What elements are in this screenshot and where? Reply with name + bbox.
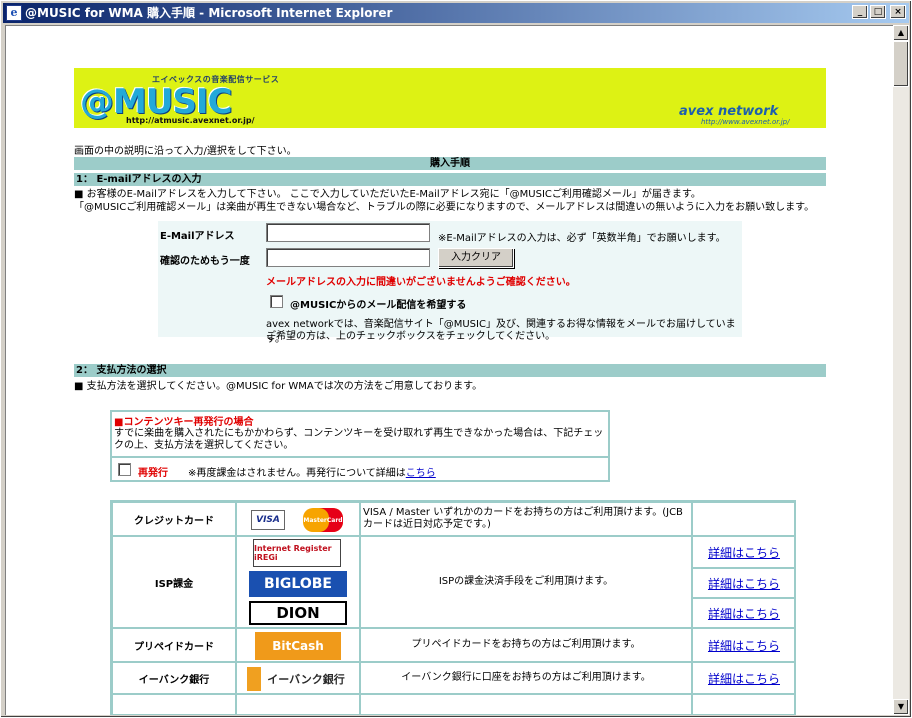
prepaid-label: プリペイドカード <box>112 628 236 662</box>
section1-notes: ■ お客様のE-Mailアドレスを入力して下さい。 ここで入力していただいたE-… <box>74 188 814 214</box>
clear-input-button[interactable]: 入力クリア <box>438 248 514 268</box>
email-warning: メールアドレスの入力に間違いがございませんようご確認ください。 <box>266 277 576 288</box>
email-hint: ※E-Mailアドレスの入力は、必ず「英数半角」でお願いします。 <box>438 233 726 244</box>
dion-detail-link[interactable]: 詳細はこちら <box>708 605 780 622</box>
page-viewport: エイベックスの音楽配信サービス @MUSIC http://atmusic.av… <box>5 25 893 715</box>
isp-desc: ISPの課金決済手段をご利用頂けます。 <box>360 536 692 628</box>
ebank-detail-link[interactable]: 詳細はこちら <box>708 670 780 687</box>
close-button[interactable]: × <box>890 5 906 19</box>
reissue-checkbox[interactable] <box>118 463 131 476</box>
section1-note-1: ■ お客様のE-Mailアドレスを入力して下さい。 ここで入力していただいたE-… <box>74 189 701 200</box>
section1-title: 1： E-mailアドレスの入力 <box>74 173 826 186</box>
prepaid-logo-cell: BitCash <box>236 628 360 662</box>
avex-url: http://www.avexnet.or.jp/ <box>701 118 790 126</box>
email-label: E-Mailアドレス <box>160 231 235 242</box>
minimize-button[interactable]: _ <box>852 5 868 19</box>
avex-network-logo[interactable]: avex network http://www.avexnet.or.jp/ <box>679 104 824 126</box>
reissue-box: ■コンテンツキー再発行の場合 すでに楽曲を購入されたにもかかわらず、コンテンツキ… <box>110 410 610 482</box>
bitcash-logo: BitCash <box>255 632 341 660</box>
ebank-logo: イーバンク銀行 <box>247 667 351 691</box>
biglobe-logo: BIGLOBE <box>249 571 347 597</box>
iregi-detail-link[interactable]: 詳細はこちら <box>708 544 780 561</box>
confirm-email-label: 確認のためもう一度 <box>160 256 250 267</box>
title-bar[interactable]: e @MUSIC for WMA 購入手順 - Microsoft Intern… <box>3 3 909 23</box>
next-row-cell-1 <box>112 694 236 715</box>
reissue-note: ※再度課金はされません。再発行について詳細はこちら <box>188 464 436 479</box>
email-form: E-Mailアドレス ※E-Mailアドレスの入力は、必ず「英数半角」でお願いし… <box>158 221 742 345</box>
reissue-body: すでに楽曲を購入されたにもかかわらず、コンテンツキーを受け取れず再生できなかった… <box>114 428 604 451</box>
vertical-scrollbar[interactable]: ▲ ▼ <box>893 25 909 715</box>
ebank-link-cell: 詳細はこちら <box>692 662 796 694</box>
confirm-email-input[interactable] <box>266 248 430 267</box>
reissue-checkbox-label: 再発行 <box>138 468 168 479</box>
isp-link-cell-2: 詳細はこちら <box>692 568 796 598</box>
payment-table: クレジットカード VISA MasterCard VISA / Master い… <box>110 500 796 715</box>
mastercard-logo: MasterCard <box>303 508 343 532</box>
logo-url: http://atmusic.avexnet.or.jp/ <box>126 116 255 125</box>
maximize-button[interactable]: □ <box>870 5 886 19</box>
section2-note: ■ 支払方法を選択してください。@MUSIC for WMAでは次の方法をご用意… <box>74 381 483 392</box>
next-row-cell-4 <box>692 694 796 715</box>
purchase-header: 購入手順 <box>74 157 826 170</box>
ebank-label: イーバンク銀行 <box>112 662 236 694</box>
prepaid-detail-link[interactable]: 詳細はこちら <box>708 637 780 654</box>
visa-logo: VISA <box>251 510 285 530</box>
isp-link-cell-1: 詳細はこちら <box>692 536 796 568</box>
ebank-logo-cell: イーバンク銀行 <box>236 662 360 694</box>
prepaid-desc: プリペイドカードをお持ちの方はご利用頂けます。 <box>360 628 692 662</box>
section2-title: 2： 支払方法の選択 <box>74 364 826 377</box>
reissue-detail-link[interactable]: こちら <box>406 468 436 479</box>
newsletter-label: @MUSICからのメール配信を希望する <box>290 300 467 311</box>
credit-card-desc: VISA / Master いずれかのカードをお持ちの方はご利用頂けます。(JC… <box>360 502 692 536</box>
reissue-note-text: ※再度課金はされません。再発行について詳細は <box>188 468 406 479</box>
reissue-heading: ■コンテンツキー再発行の場合 <box>114 417 254 428</box>
newsletter-checkbox[interactable] <box>270 295 283 308</box>
window-controls: _ □ × <box>852 5 906 19</box>
dion-logo: DION <box>249 601 347 625</box>
atmusic-logo[interactable]: エイベックスの音楽配信サービス @MUSIC http://atmusic.av… <box>80 74 280 125</box>
intro-text: 画面の中の説明に沿って入力/選択をして下さい。 <box>74 146 297 157</box>
biglobe-detail-link[interactable]: 詳細はこちら <box>708 575 780 592</box>
reissue-divider <box>112 456 608 458</box>
next-row-cell-3 <box>360 694 692 715</box>
credit-card-logos: VISA MasterCard <box>236 502 360 536</box>
iregi-logo: Internet Register iREGi <box>253 539 341 567</box>
ie-icon: e <box>6 5 22 21</box>
isp-logos: Internet Register iREGi BIGLOBE DION <box>236 536 360 628</box>
isp-label: ISP課金 <box>112 536 236 628</box>
avex-logo-text: avex network <box>679 104 779 119</box>
scroll-down-arrow-icon[interactable]: ▼ <box>893 699 909 715</box>
header-banner: エイベックスの音楽配信サービス @MUSIC http://atmusic.av… <box>74 68 826 128</box>
newsletter-desc-2: ご希望の方は、上のチェックボックスをチェックしてください。 <box>266 331 556 342</box>
scroll-thumb[interactable] <box>893 41 909 87</box>
next-row-cell-2 <box>236 694 360 715</box>
section1-note-2: 「@MUSICご利用確認メール」は楽曲が再生できない場合など、トラブルの際に必要… <box>74 202 815 213</box>
credit-card-link-cell <box>692 502 796 536</box>
email-input[interactable] <box>266 223 430 242</box>
window-title: @MUSIC for WMA 購入手順 - Microsoft Internet… <box>25 6 393 20</box>
isp-link-cell-3: 詳細はこちら <box>692 598 796 628</box>
ebank-desc: イーバンク銀行に口座をお持ちの方はご利用頂けます。 <box>360 662 692 694</box>
prepaid-link-cell: 詳細はこちら <box>692 628 796 662</box>
ie-window: e @MUSIC for WMA 購入手順 - Microsoft Intern… <box>0 0 912 718</box>
credit-card-label: クレジットカード <box>112 502 236 536</box>
scroll-up-arrow-icon[interactable]: ▲ <box>893 25 909 41</box>
